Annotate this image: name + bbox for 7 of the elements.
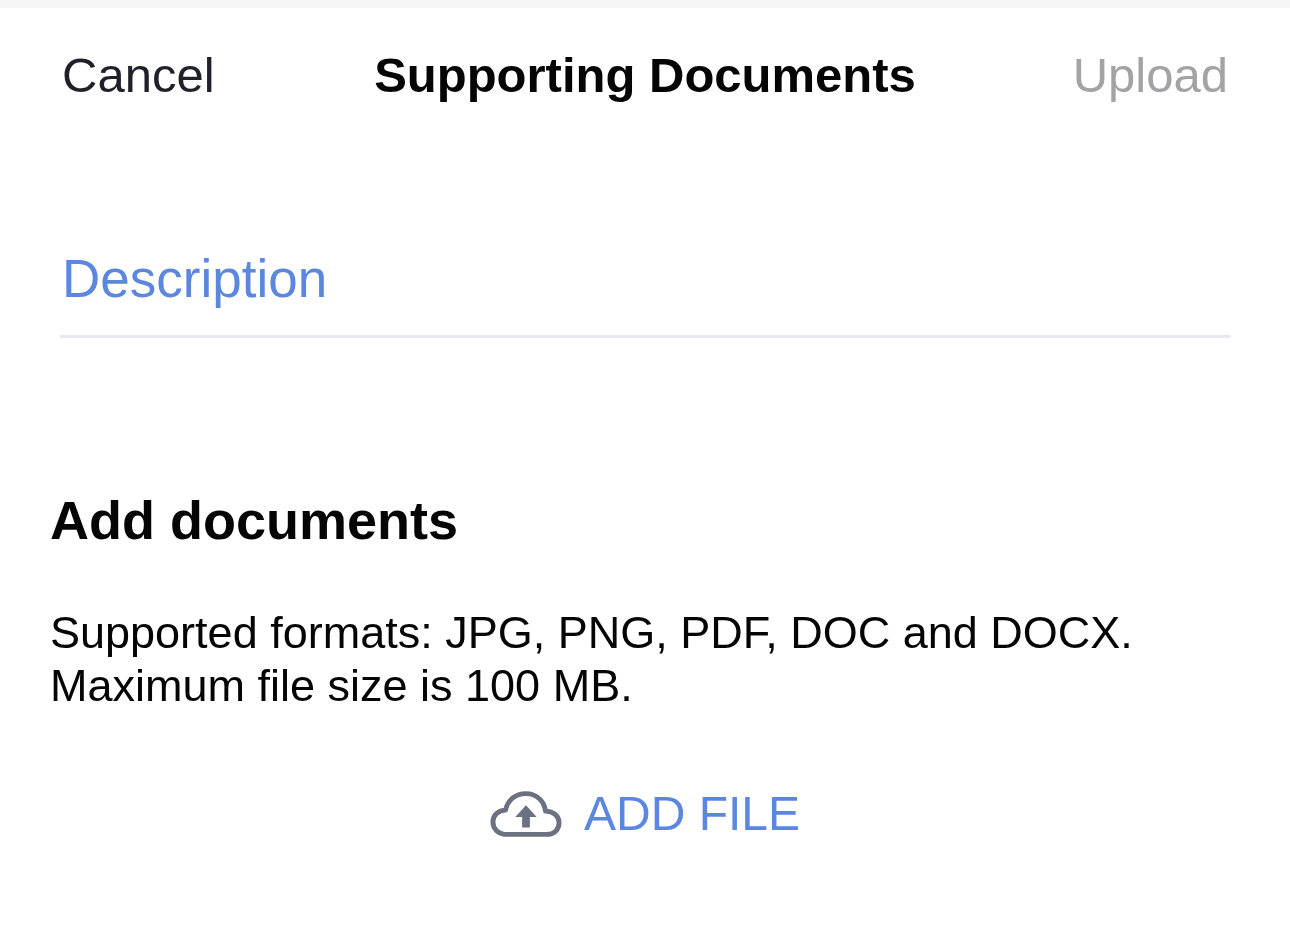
- screen-title: Supporting Documents: [374, 47, 916, 104]
- cloud-upload-icon: [489, 790, 562, 838]
- add-file-button[interactable]: ADD FILE: [489, 786, 800, 842]
- formats-info-text: Supported formats: JPG, PNG, PDF, DOC and DOCX. Maximum file size is 100 MB.: [50, 606, 1134, 712]
- section-heading: Add documents: [50, 489, 459, 552]
- cancel-button[interactable]: Cancel: [62, 46, 215, 104]
- description-field[interactable]: Description: [60, 248, 1230, 338]
